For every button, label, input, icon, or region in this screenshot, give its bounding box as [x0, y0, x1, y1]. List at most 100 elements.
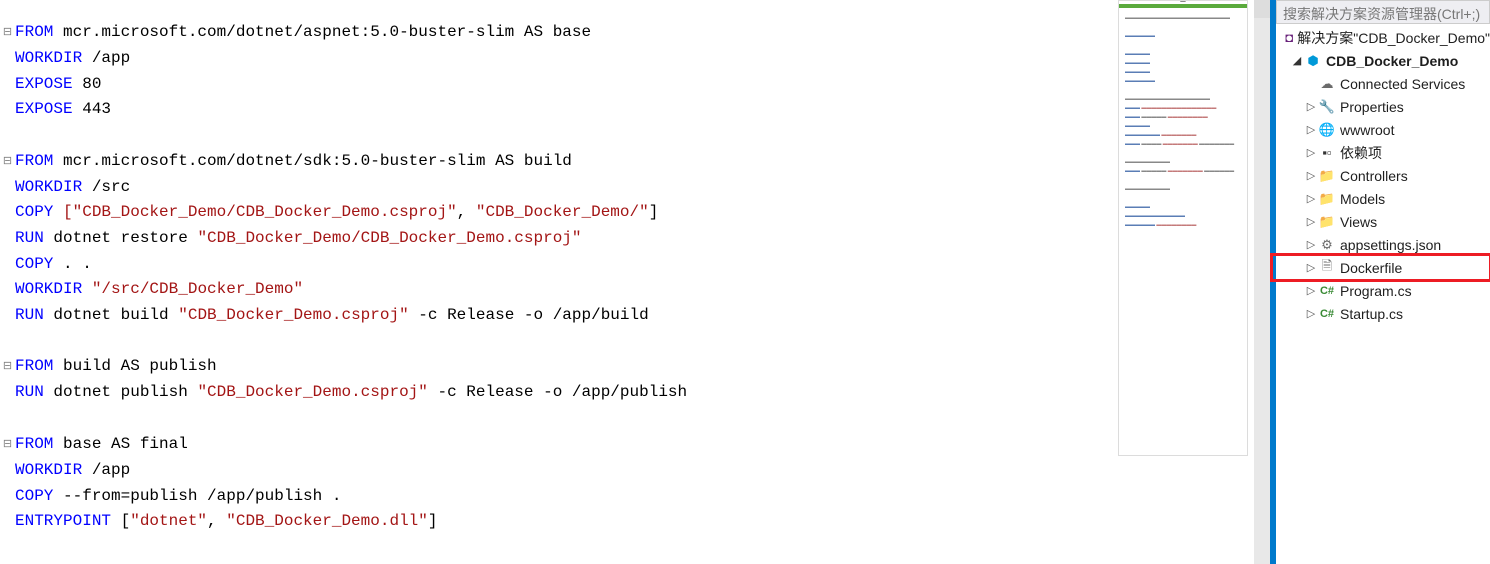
tree-properties[interactable]: ▷ 🔧 Properties — [1276, 95, 1490, 118]
fold-toggle[interactable]: ⊟ — [0, 354, 15, 380]
expander-icon[interactable]: ▷ — [1304, 146, 1318, 159]
file-icon: 🗎 — [1318, 259, 1336, 277]
code-string: "CDB_Docker_Demo/CDB_Docker_Demo.csproj" — [197, 229, 581, 247]
tree-controllers-folder[interactable]: ▷ 📁 Controllers — [1276, 164, 1490, 187]
tree-program-cs[interactable]: ▷ C# Program.cs — [1276, 279, 1490, 302]
dockerfile-keyword: ENTRYPOINT — [15, 512, 111, 530]
code-text: , — [457, 203, 476, 221]
tree-label: 解决方案"CDB_Docker_Demo" — [1297, 28, 1490, 48]
dockerfile-keyword: RUN — [15, 306, 44, 324]
code-string: ["CDB_Docker_Demo/CDB_Docker_Demo.csproj… — [53, 203, 456, 221]
dockerfile-keyword: COPY — [15, 487, 53, 505]
tree-solution-node[interactable]: ◘ 解决方案"CDB_Docker_Demo" — [1276, 26, 1490, 49]
code-text: dotnet build — [44, 306, 178, 324]
expander-icon[interactable]: ▷ — [1304, 215, 1318, 228]
dockerfile-keyword: WORKDIR — [15, 49, 82, 67]
tree-label: Connected Services — [1340, 76, 1465, 92]
tree-connected-services[interactable]: ☁ Connected Services — [1276, 72, 1490, 95]
tree-models-folder[interactable]: ▷ 📁 Models — [1276, 187, 1490, 210]
code-string: "CDB_Docker_Demo.dll" — [226, 512, 428, 530]
json-file-icon: ⚙ — [1318, 236, 1336, 254]
solution-icon: ◘ — [1285, 29, 1293, 47]
code-string: "CDB_Docker_Demo.csproj" — [178, 306, 408, 324]
tree-label: wwwroot — [1340, 122, 1394, 138]
minimap[interactable]: ▲ ▬▬▬▬▬▬▬▬▬▬▬▬▬▬▬▬▬▬▬▬▬ ▬▬▬▬▬▬ ▬▬▬▬▬ ▬▬▬… — [1118, 0, 1248, 456]
code-text: dotnet restore — [44, 229, 198, 247]
tree-label: Dockerfile — [1340, 260, 1402, 276]
solution-explorer-panel: 搜索解决方案资源管理器(Ctrl+;) ◘ 解决方案"CDB_Docker_De… — [1276, 0, 1490, 564]
connected-services-icon: ☁ — [1318, 75, 1336, 93]
folder-icon: 📁 — [1318, 167, 1336, 185]
csharp-file-icon: C# — [1318, 305, 1336, 323]
tree-project-node[interactable]: ◢ ⬢ CDB_Docker_Demo — [1276, 49, 1490, 72]
expander-icon[interactable]: ▷ — [1304, 284, 1318, 297]
solution-tree: ◘ 解决方案"CDB_Docker_Demo" ◢ ⬢ CDB_Docker_D… — [1276, 24, 1490, 564]
dockerfile-keyword: RUN — [15, 229, 44, 247]
fold-toggle[interactable]: ⊟ — [0, 432, 15, 458]
tree-dockerfile[interactable]: ▷ 🗎 Dockerfile — [1276, 256, 1490, 279]
code-text: /app — [82, 461, 130, 479]
dockerfile-keyword: FROM — [15, 152, 53, 170]
dockerfile-keyword: RUN — [15, 383, 44, 401]
code-text: /app — [82, 49, 130, 67]
tree-label: Startup.cs — [1340, 306, 1403, 322]
expander-icon[interactable]: ▷ — [1304, 100, 1318, 113]
dockerfile-keyword: FROM — [15, 23, 53, 41]
expander-icon[interactable]: ▷ — [1304, 123, 1318, 136]
vertical-scrollbar[interactable] — [1254, 0, 1270, 564]
csharp-file-icon: C# — [1318, 282, 1336, 300]
folder-icon: 📁 — [1318, 213, 1336, 231]
tree-dependencies[interactable]: ▷ ▪▫ 依赖项 — [1276, 141, 1490, 164]
solution-search-input[interactable]: 搜索解决方案资源管理器(Ctrl+;) — [1276, 0, 1490, 24]
code-string: "/src/CDB_Docker_Demo" — [82, 280, 303, 298]
code-text: 80 — [73, 75, 102, 93]
code-text: 443 — [73, 100, 111, 118]
dockerfile-keyword: EXPOSE — [15, 75, 73, 93]
code-string: "dotnet" — [130, 512, 207, 530]
code-text: -c Release -o /app/build — [409, 306, 649, 324]
code-text: ] — [649, 203, 659, 221]
code-text: , — [207, 512, 226, 530]
expander-open-icon[interactable]: ◢ — [1290, 54, 1304, 67]
dockerfile-keyword: WORKDIR — [15, 280, 82, 298]
tree-label: Properties — [1340, 99, 1404, 115]
expander-icon[interactable]: ▷ — [1304, 238, 1318, 251]
dockerfile-keyword: FROM — [15, 435, 53, 453]
wwwroot-icon: 🌐 — [1318, 121, 1336, 139]
dockerfile-keyword: COPY — [15, 203, 53, 221]
dockerfile-keyword: WORKDIR — [15, 461, 82, 479]
code-text: -c Release -o /app/publish — [428, 383, 687, 401]
tree-label: appsettings.json — [1340, 237, 1441, 253]
code-string: "CDB_Docker_Demo.csproj" — [197, 383, 427, 401]
code-text: . . — [53, 255, 91, 273]
expander-icon[interactable]: ▷ — [1304, 261, 1318, 274]
tree-label: Models — [1340, 191, 1385, 207]
tree-label: Controllers — [1340, 168, 1408, 184]
tree-label: CDB_Docker_Demo — [1326, 53, 1458, 69]
code-text: mcr.microsoft.com/dotnet/aspnet:5.0-bust… — [53, 23, 591, 41]
code-text: [ — [111, 512, 130, 530]
tree-views-folder[interactable]: ▷ 📁 Views — [1276, 210, 1490, 233]
code-text: dotnet publish — [44, 383, 198, 401]
dockerfile-keyword: EXPOSE — [15, 100, 73, 118]
expander-icon[interactable]: ▷ — [1304, 192, 1318, 205]
code-editor[interactable]: ⊟FROM mcr.microsoft.com/dotnet/aspnet:5.… — [0, 0, 1118, 564]
tree-wwwroot[interactable]: ▷ 🌐 wwwroot — [1276, 118, 1490, 141]
tree-label: Views — [1340, 214, 1377, 230]
tree-label: Program.cs — [1340, 283, 1412, 299]
dependencies-icon: ▪▫ — [1318, 144, 1336, 162]
dockerfile-keyword: COPY — [15, 255, 53, 273]
properties-icon: 🔧 — [1318, 98, 1336, 116]
expander-icon[interactable]: ▷ — [1304, 169, 1318, 182]
code-text: ] — [428, 512, 438, 530]
code-text: --from=publish /app/publish . — [53, 487, 341, 505]
fold-toggle[interactable]: ⊟ — [0, 149, 15, 175]
code-text: base AS final — [53, 435, 187, 453]
folder-icon: 📁 — [1318, 190, 1336, 208]
tree-appsettings-file[interactable]: ▷ ⚙ appsettings.json — [1276, 233, 1490, 256]
code-text: build AS publish — [53, 357, 216, 375]
tree-startup-cs[interactable]: ▷ C# Startup.cs — [1276, 302, 1490, 325]
expander-icon[interactable]: ▷ — [1304, 307, 1318, 320]
dockerfile-keyword: WORKDIR — [15, 178, 82, 196]
fold-toggle[interactable]: ⊟ — [0, 20, 15, 46]
